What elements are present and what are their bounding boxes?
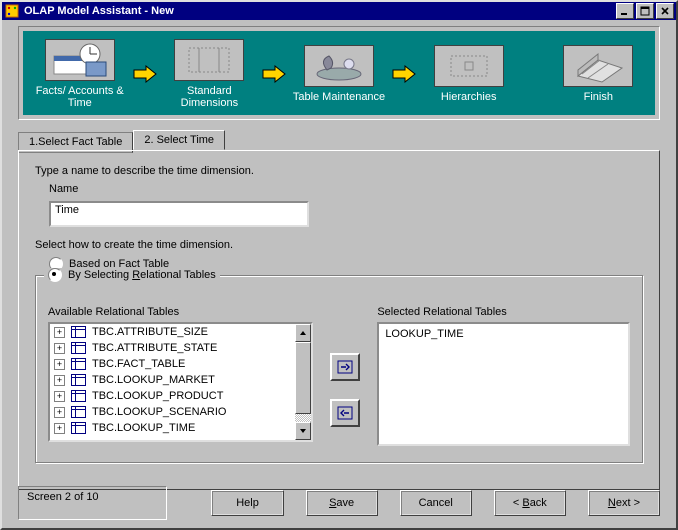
cancel-button[interactable]: Cancel bbox=[400, 490, 472, 516]
selected-tables-list[interactable]: LOOKUP_TIME bbox=[377, 322, 630, 446]
list-item[interactable]: TBC.FACT_TABLE bbox=[50, 356, 295, 372]
title-bar: OLAP Model Assistant - New bbox=[2, 2, 676, 20]
step-finish[interactable]: Finish bbox=[548, 45, 649, 103]
minimize-button[interactable] bbox=[616, 3, 634, 19]
available-label: Available Relational Tables bbox=[48, 306, 313, 318]
maximize-button[interactable] bbox=[636, 3, 654, 19]
step-thumb-icon bbox=[304, 45, 374, 87]
move-left-button[interactable] bbox=[330, 399, 360, 427]
scroll-thumb[interactable] bbox=[295, 342, 311, 414]
list-item[interactable]: TBC.LOOKUP_TIME bbox=[50, 420, 295, 436]
list-item[interactable]: TBC.LOOKUP_MARKET bbox=[50, 372, 295, 388]
arrow-icon bbox=[130, 65, 158, 83]
step-label: Finish bbox=[548, 91, 649, 103]
radio-by-selecting-relational[interactable]: By Selecting Relational Tables bbox=[44, 268, 220, 282]
list-item[interactable]: LOOKUP_TIME bbox=[385, 326, 622, 342]
expand-icon[interactable] bbox=[54, 391, 65, 402]
arrow-icon bbox=[260, 65, 288, 83]
step-label: Hierarchies bbox=[418, 91, 519, 103]
expand-icon[interactable] bbox=[54, 327, 65, 338]
expand-icon[interactable] bbox=[54, 375, 65, 386]
step-label: Standard Dimensions bbox=[159, 85, 260, 109]
app-icon bbox=[4, 3, 20, 19]
select-how-text: Select how to create the time dimension. bbox=[35, 239, 643, 251]
scroll-down-button[interactable] bbox=[295, 422, 311, 440]
intro-text: Type a name to describe the time dimensi… bbox=[35, 165, 643, 177]
save-button[interactable]: Save bbox=[306, 490, 378, 516]
list-item-label: TBC.LOOKUP_MARKET bbox=[92, 374, 215, 386]
bottom-bar: Screen 2 of 10 Help Save Cancel < Back N… bbox=[2, 486, 676, 520]
step-thumb-icon bbox=[174, 39, 244, 81]
list-item[interactable]: TBC.LOOKUP_PRODUCT bbox=[50, 388, 295, 404]
status-text: Screen 2 of 10 bbox=[18, 486, 167, 520]
scrollbar[interactable] bbox=[295, 324, 311, 440]
list-item-label: LOOKUP_TIME bbox=[385, 328, 463, 340]
step-label: Facts/ Accounts & Time bbox=[29, 85, 130, 109]
list-item-label: TBC.LOOKUP_PRODUCT bbox=[92, 390, 223, 402]
list-item-label: TBC.LOOKUP_SCENARIO bbox=[92, 406, 226, 418]
tab-select-time[interactable]: 2. Select Time bbox=[133, 130, 225, 150]
available-tables-list[interactable]: TBC.ATTRIBUTE_SIZE TBC.ATTRIBUTE_STATE TBC… bbox=[48, 322, 313, 442]
table-icon bbox=[71, 326, 86, 338]
table-icon bbox=[71, 342, 86, 354]
table-icon bbox=[71, 390, 86, 402]
list-item[interactable]: TBC.ATTRIBUTE_STATE bbox=[50, 340, 295, 356]
groupbox-relational-tables: By Selecting Relational Tables Available… bbox=[35, 275, 643, 463]
step-label: Table Maintenance bbox=[288, 91, 389, 103]
expand-icon[interactable] bbox=[54, 343, 65, 354]
expand-icon[interactable] bbox=[54, 423, 65, 434]
step-thumb-icon bbox=[45, 39, 115, 81]
expand-icon[interactable] bbox=[54, 407, 65, 418]
list-item[interactable]: TBC.LOOKUP_SCENARIO bbox=[50, 404, 295, 420]
window-frame: OLAP Model Assistant - New Facts/ Accoun… bbox=[0, 0, 678, 530]
step-thumb-icon bbox=[563, 45, 633, 87]
button-label: Save bbox=[329, 497, 354, 509]
button-label: Next > bbox=[608, 497, 640, 509]
table-icon bbox=[71, 374, 86, 386]
radio-icon bbox=[48, 268, 62, 282]
arrow-icon bbox=[390, 65, 418, 83]
table-icon bbox=[71, 422, 86, 434]
window-title: OLAP Model Assistant - New bbox=[24, 5, 614, 17]
button-label: < Back bbox=[513, 497, 547, 509]
move-right-button[interactable] bbox=[330, 353, 360, 381]
radio-label: By Selecting Relational Tables bbox=[68, 269, 216, 281]
table-icon bbox=[71, 358, 86, 370]
wizard-steps-frame: Facts/ Accounts & Time Standard Dimensio… bbox=[18, 26, 660, 120]
wizard-steps: Facts/ Accounts & Time Standard Dimensio… bbox=[23, 31, 655, 115]
help-button[interactable]: Help bbox=[211, 490, 283, 516]
tab-page: Type a name to describe the time dimensi… bbox=[18, 150, 660, 490]
step-standard-dimensions[interactable]: Standard Dimensions bbox=[159, 39, 260, 109]
scroll-track[interactable] bbox=[295, 342, 311, 422]
name-value: Time bbox=[55, 204, 79, 216]
step-hierarchies[interactable]: Hierarchies bbox=[418, 45, 519, 103]
back-button[interactable]: < Back bbox=[494, 490, 566, 516]
name-input[interactable]: Time bbox=[49, 201, 309, 227]
list-item-label: TBC.ATTRIBUTE_STATE bbox=[92, 342, 217, 354]
list-item-label: TBC.FACT_TABLE bbox=[92, 358, 185, 370]
table-icon bbox=[71, 406, 86, 418]
list-item-label: TBC.LOOKUP_TIME bbox=[92, 422, 195, 434]
step-thumb-icon bbox=[434, 45, 504, 87]
scroll-up-button[interactable] bbox=[295, 324, 311, 342]
next-button[interactable]: Next > bbox=[588, 490, 660, 516]
close-button[interactable] bbox=[656, 3, 674, 19]
list-item-label: TBC.ATTRIBUTE_SIZE bbox=[92, 326, 208, 338]
list-item[interactable]: TBC.ATTRIBUTE_SIZE bbox=[50, 324, 295, 340]
selected-label: Selected Relational Tables bbox=[377, 306, 630, 318]
step-table-maintenance[interactable]: Table Maintenance bbox=[288, 45, 389, 103]
tab-strip: 1.Select Fact Table 2. Select Time bbox=[18, 130, 660, 150]
button-label: Cancel bbox=[419, 497, 453, 509]
step-facts-accounts-time[interactable]: Facts/ Accounts & Time bbox=[29, 39, 130, 109]
button-label: Help bbox=[236, 497, 259, 509]
expand-icon[interactable] bbox=[54, 359, 65, 370]
name-label: Name bbox=[49, 183, 643, 195]
